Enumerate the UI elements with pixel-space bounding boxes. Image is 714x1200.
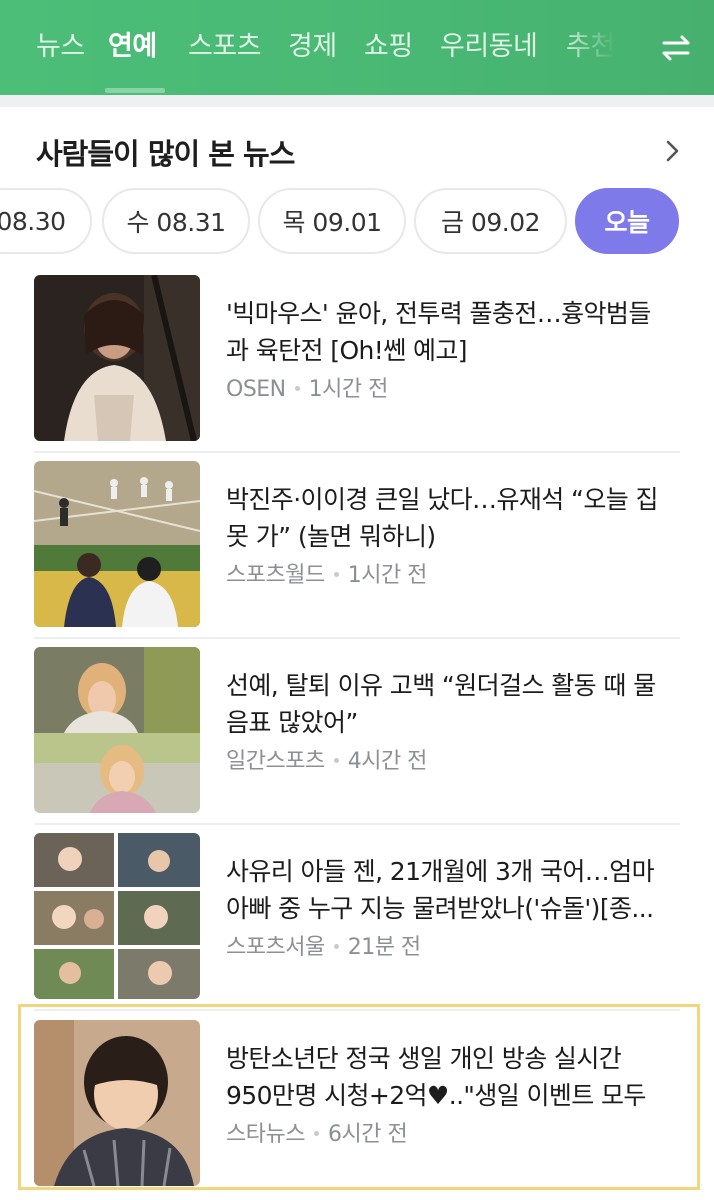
- news-headline: 사유리 아들 젠, 21개월에 3개 국어…엄마 아빠 중 누구 지능 물려받았…: [226, 857, 655, 923]
- news-source: 스포츠서울: [226, 935, 325, 960]
- news-thumbnail: [34, 833, 200, 999]
- tab-sports[interactable]: 스포츠: [188, 28, 262, 66]
- news-time: 4시간 전: [347, 749, 428, 774]
- category-tabs: 뉴스 연예 스포츠 경제 쇼핑 우리동네 추천: [0, 0, 640, 95]
- news-thumbnail: [34, 461, 200, 627]
- separator-dot: [313, 1130, 319, 1136]
- news-source: OSEN: [226, 377, 286, 402]
- tab-economy[interactable]: 경제: [288, 28, 337, 66]
- date-chip-today[interactable]: 오늘: [575, 188, 679, 254]
- news-meta: OSEN 1시간 전: [226, 371, 388, 403]
- news-item[interactable]: 사유리 아들 젠, 21개월에 3개 국어…엄마 아빠 중 누구 지능 물려받았…: [20, 823, 698, 1011]
- news-thumbnail: [34, 1020, 200, 1186]
- date-chip-0831[interactable]: 수 08.31: [102, 188, 250, 254]
- tab-entertainment[interactable]: 연예: [108, 28, 157, 66]
- separator-dot: [333, 571, 339, 577]
- news-time: 1시간 전: [347, 563, 428, 588]
- separator-dot: [294, 385, 300, 391]
- news-item[interactable]: 박진주·이이경 큰일 났다…유재석 “오늘 집 못 가” (놀면 뭐하니) 스포…: [20, 451, 698, 639]
- news-meta: 스포츠서울 21분 전: [226, 929, 421, 961]
- news-time: 6시간 전: [327, 1122, 408, 1147]
- date-chip-0901[interactable]: 목 09.01: [258, 188, 406, 254]
- chevron-right-icon[interactable]: [660, 136, 684, 166]
- date-chip-0830[interactable]: 08.30: [0, 188, 92, 254]
- tab-news[interactable]: 뉴스: [36, 28, 85, 66]
- news-headline: '빅마우스' 윤아, 전투력 풀충전…흉악범들과 육탄전 [Oh!쎈 예고]: [226, 299, 651, 365]
- tab-neighborhood[interactable]: 우리동네: [440, 28, 538, 66]
- date-chip-label: 목 09.01: [282, 208, 382, 237]
- news-item[interactable]: 방탄소년단 정국 생일 개인 방송 실시간 950만명 시청+2억♥.."생일 …: [18, 1004, 700, 1190]
- swap-arrows-icon[interactable]: [656, 28, 696, 68]
- date-chip-label: 수 08.31: [126, 208, 226, 237]
- date-chip-label: 08.30: [0, 206, 66, 236]
- news-thumbnail: [34, 275, 200, 441]
- tab-shopping[interactable]: 쇼핑: [364, 28, 413, 66]
- news-headline: 선예, 탈퇴 이유 고백 “원더걸스 활동 때 물음표 많았어”: [226, 671, 656, 737]
- active-tab-indicator: [105, 88, 165, 93]
- separator-dot: [333, 757, 339, 763]
- news-time: 1시간 전: [308, 377, 389, 402]
- news-time: 21분 전: [347, 935, 421, 960]
- tabs-fade-overlay: [560, 0, 640, 95]
- date-chip-label: 오늘: [604, 208, 650, 237]
- news-meta: 스포츠월드 1시간 전: [226, 557, 427, 589]
- top-nav-bar: 뉴스 연예 스포츠 경제 쇼핑 우리동네 추천: [0, 0, 714, 95]
- separator-dot: [333, 943, 339, 949]
- news-item[interactable]: '빅마우스' 윤아, 전투력 풀충전…흉악범들과 육탄전 [Oh!쎈 예고] O…: [20, 265, 698, 453]
- news-source: 스포츠월드: [226, 563, 325, 588]
- news-meta: 스타뉴스 6시간 전: [226, 1116, 408, 1148]
- separator-band: [0, 95, 714, 107]
- news-thumbnail: [34, 647, 200, 813]
- news-headline: 방탄소년단 정국 생일 개인 방송 실시간 950만명 시청+2억♥.."생일 …: [226, 1044, 646, 1110]
- news-source: 일간스포츠: [226, 749, 325, 774]
- news-headline: 박진주·이이경 큰일 났다…유재석 “오늘 집 못 가” (놀면 뭐하니): [226, 485, 658, 551]
- news-item[interactable]: 선예, 탈퇴 이유 고백 “원더걸스 활동 때 물음표 많았어” 일간스포츠 4시…: [20, 637, 698, 825]
- date-chip-label: 금 09.02: [440, 208, 541, 237]
- news-source: 스타뉴스: [226, 1122, 305, 1147]
- date-chip-0902[interactable]: 금 09.02: [414, 188, 567, 254]
- section-title: 사람들이 많이 본 뉴스: [36, 137, 295, 171]
- news-meta: 일간스포츠 4시간 전: [226, 743, 427, 775]
